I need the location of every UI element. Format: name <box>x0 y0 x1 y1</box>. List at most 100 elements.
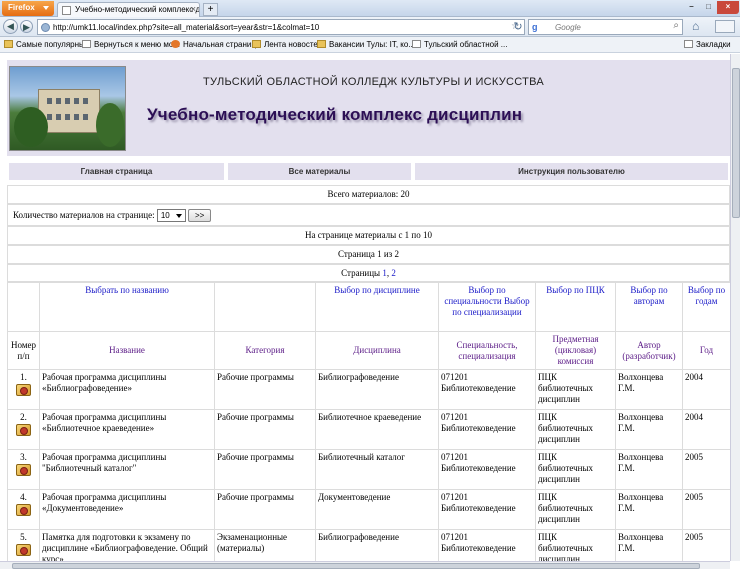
table-row: 4. Рабочая программа дисциплины «Документ… <box>7 489 730 530</box>
header-row: Номер п/п Название Категория Дисциплина … <box>7 331 730 370</box>
minimize-button[interactable]: – <box>683 1 700 14</box>
close-window-button[interactable]: × <box>717 1 739 14</box>
browser-tab[interactable]: Учебно-методический комплекс дисц... × <box>57 2 200 17</box>
download-document-icon[interactable] <box>16 544 31 556</box>
vertical-scrollbar[interactable] <box>730 54 740 561</box>
filter-by-author[interactable]: Выбор по авторам <box>615 282 683 332</box>
sort-by-discipline[interactable]: Дисциплина <box>315 331 439 370</box>
home-icon[interactable]: ⌂ <box>692 19 699 34</box>
total-count: Всего материалов: 20 <box>7 185 730 204</box>
apply-button[interactable]: >> <box>188 209 212 223</box>
address-bar[interactable]: http://umk11.local/index.php?site=all_ma… <box>37 19 525 35</box>
table-row: 1. Рабочая программа дисциплины «Библиогр… <box>7 369 730 410</box>
college-photo <box>9 66 126 151</box>
cell-year: 2005 <box>682 449 730 490</box>
cell-pck: ПЦК библиотечных дисциплин <box>535 489 616 530</box>
table-row: 3. Рабочая программа дисциплины "Библиоте… <box>7 449 730 490</box>
cell-pck: ПЦК библиотечных дисциплин <box>535 409 616 450</box>
forward-button[interactable]: ▶ <box>20 20 33 33</box>
navigation-bar: ◀ ▶ http://umk11.local/index.php?site=al… <box>0 17 740 37</box>
site-header: ТУЛЬСКИЙ ОБЛАСТНОЙ КОЛЛЕДЖ КУЛЬТУРЫ И ИС… <box>7 60 730 156</box>
filter-row: Выбрать по названию Выбор по дисциплине … <box>7 282 730 332</box>
scrollbar-thumb[interactable] <box>732 68 740 218</box>
scrollbar-thumb[interactable] <box>12 563 700 569</box>
bookmark-item[interactable]: Начальная страница <box>171 40 260 49</box>
folder-icon <box>4 40 13 48</box>
cell-pck: ПЦК библиотечных дисциплин <box>535 369 616 410</box>
close-tab-icon[interactable]: × <box>191 4 196 14</box>
cell-category: Рабочие программы <box>214 489 316 530</box>
table-row: 2. Рабочая программа дисциплины «Библиоте… <box>7 409 730 450</box>
horizontal-scrollbar[interactable] <box>0 561 730 569</box>
download-document-icon[interactable] <box>16 424 31 436</box>
firefox-icon <box>171 40 180 48</box>
cell-discipline: Библиотечное краеведение <box>315 409 439 450</box>
sort-by-year[interactable]: Год <box>682 331 730 370</box>
filter-empty <box>7 282 40 332</box>
row-number: 3. <box>20 452 27 462</box>
bookmark-label: Вакансии Тулы: IT, ко... <box>329 40 415 49</box>
sort-by-name[interactable]: Название <box>39 331 215 370</box>
firefox-menu-label: Firefox <box>8 3 35 12</box>
new-tab-button[interactable]: + <box>203 3 218 16</box>
filter-by-year[interactable]: Выбор по годам <box>682 282 730 332</box>
bookmark-item[interactable]: Вакансии Тулы: IT, ко... <box>317 40 415 49</box>
materials-table: Выбрать по названию Выбор по дисциплине … <box>7 282 730 561</box>
cell-name: Рабочая программа дисциплины «Документов… <box>39 489 215 530</box>
row-number-cell: 4. <box>7 489 40 530</box>
title-bar: Firefox Учебно-методический комплекс дис… <box>0 0 740 17</box>
page-icon <box>62 6 71 15</box>
bookmark-item[interactable]: Лента новостей <box>252 40 322 49</box>
download-document-icon[interactable] <box>16 384 31 396</box>
chevron-down-icon <box>43 6 49 10</box>
tree-illustration <box>96 103 124 147</box>
filter-by-specialty[interactable]: Выбор по специальности Выбор по специали… <box>438 282 536 332</box>
bookmark-item[interactable]: Тульский областной ... <box>412 40 507 49</box>
firefox-menu-button[interactable]: Firefox <box>2 1 54 16</box>
toolbar-widget[interactable] <box>715 20 735 33</box>
reload-icon[interactable]: ↻ <box>510 20 526 34</box>
filter-by-name[interactable]: Выбрать по названию <box>39 282 215 332</box>
bookmarks-bar: Самые популярные Вернуться к меню мо... … <box>0 37 740 53</box>
sort-by-pck[interactable]: Предметная (цикловая) комиссия <box>535 331 616 370</box>
bookmark-label: Лента новостей <box>264 40 323 49</box>
menu-home[interactable]: Главная страница <box>9 163 224 180</box>
row-number-cell: 1. <box>7 369 40 410</box>
bookmark-label: Самые популярные <box>16 40 90 49</box>
cell-author: Волхонцева Г.М. <box>615 409 683 450</box>
page-link-2[interactable]: 2 <box>391 268 396 278</box>
row-number: 2. <box>20 412 27 422</box>
menu-user-guide[interactable]: Инструкция пользователю <box>415 163 728 180</box>
search-input[interactable]: g Google ⌕ <box>528 19 683 35</box>
maximize-button[interactable]: □ <box>700 1 717 14</box>
sort-by-author[interactable]: Автор (разработчик) <box>615 331 683 370</box>
cell-specialty: 071201 Библиотековедение <box>438 449 536 490</box>
search-icon[interactable]: ⌕ <box>673 20 679 31</box>
per-page-select[interactable]: 10 <box>156 209 186 223</box>
download-document-icon[interactable] <box>16 504 31 516</box>
range-info: На странице материалы с 1 по 10 <box>7 226 730 245</box>
bookmark-item[interactable]: Самые популярные <box>4 40 89 49</box>
cell-year: 2005 <box>682 489 730 530</box>
download-document-icon[interactable] <box>16 464 31 476</box>
google-icon: g <box>532 22 538 32</box>
bookmarks-menu[interactable]: Закладки <box>684 40 731 49</box>
cell-discipline: Библиотечный каталог <box>315 449 439 490</box>
url-text: http://umk11.local/index.php?site=all_ma… <box>53 23 320 32</box>
bookmarks-menu-label: Закладки <box>696 40 731 49</box>
sort-by-category[interactable]: Категория <box>214 331 316 370</box>
bookmarks-icon <box>684 40 693 48</box>
bookmark-label: Начальная страница <box>183 40 261 49</box>
cell-year: 2004 <box>682 369 730 410</box>
table-row: 5. Памятка для подготовки к экзамену по д… <box>7 529 730 561</box>
row-number-cell: 2. <box>7 409 40 450</box>
cell-specialty: 071201 Библиотековедение <box>438 409 536 450</box>
sort-by-specialty[interactable]: Специальность, специализация <box>438 331 536 370</box>
back-button[interactable]: ◀ <box>3 19 18 34</box>
filter-by-discipline[interactable]: Выбор по дисциплине <box>315 282 439 332</box>
filter-by-pck[interactable]: Выбор по ПЦК <box>535 282 616 332</box>
bookmark-item[interactable]: Вернуться к меню мо... <box>82 40 180 49</box>
cell-name: Памятка для подготовки к экзамену по дис… <box>39 529 215 561</box>
menu-all-materials[interactable]: Все материалы <box>228 163 411 180</box>
cell-category: Рабочие программы <box>214 449 316 490</box>
